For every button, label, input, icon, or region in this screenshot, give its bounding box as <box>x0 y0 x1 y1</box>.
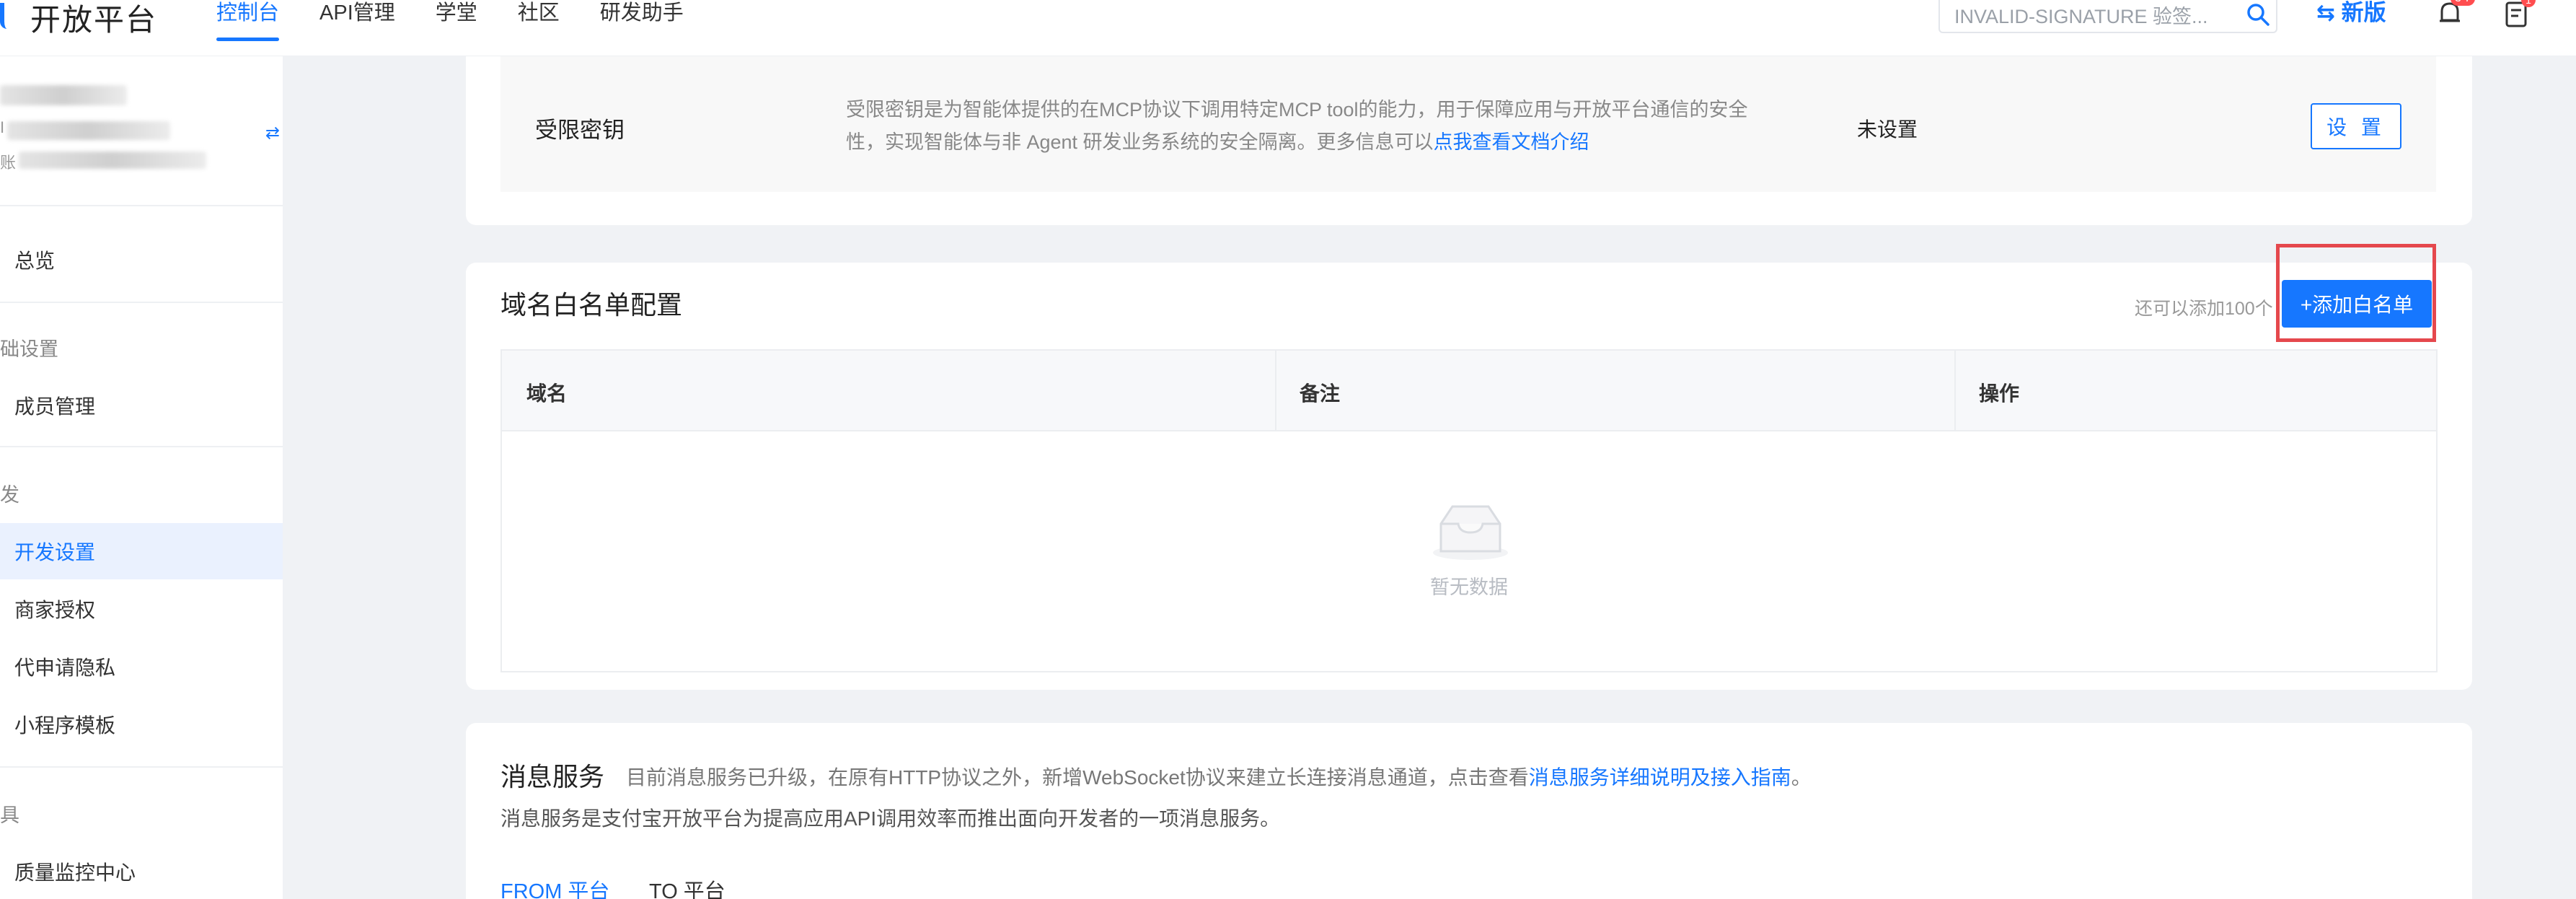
divider <box>0 766 283 768</box>
logo-text[interactable]: 开放平台 <box>30 0 157 40</box>
table-header: 域名 备注 操作 <box>502 351 2436 431</box>
column-divider <box>1954 351 1956 431</box>
sidebar-item-mini-template[interactable]: 小程序模板 <box>14 710 115 739</box>
nav-console[interactable]: 控制台 <box>216 0 280 43</box>
column-domain: 域名 <box>526 382 568 405</box>
sidebar-group-tools: 具 <box>0 804 19 826</box>
whitelist-quota: 还可以添加100个 <box>2135 299 2273 319</box>
sidebar-item-merchant-auth[interactable]: 商家授权 <box>14 595 95 623</box>
account-id-prefix: I <box>0 118 5 136</box>
search-icon[interactable] <box>2240 2 2276 27</box>
empty-text: 暂无数据 <box>1430 576 1508 598</box>
sidebar-group-basic: 础设置 <box>0 338 58 360</box>
account-label-prefix: 账 <box>0 154 17 172</box>
column-divider <box>1275 351 1276 431</box>
sidebar-item-overview[interactable]: 总览 <box>14 245 55 274</box>
column-remark: 备注 <box>1300 382 1341 405</box>
divider <box>0 205 283 206</box>
restricted-key-desc-text: 受限密钥是为智能体提供的在MCP协议下调用特定MCP tool的能力，用于保障应… <box>846 99 1748 153</box>
nav-community[interactable]: 社区 <box>518 0 560 43</box>
logo-icon <box>0 3 10 29</box>
divider <box>0 302 283 303</box>
sidebar-item-quality[interactable]: 质量监控中心 <box>14 857 136 886</box>
set-key-button[interactable]: 设 置 <box>2311 103 2401 149</box>
search-input[interactable]: INVALID-SIGNATURE 验签... <box>1938 0 2277 33</box>
nav-dev-assistant[interactable]: 研发助手 <box>600 0 684 43</box>
message-service-title: 消息服务 <box>500 762 605 791</box>
whitelist-table: 域名 备注 操作 暂无数据 <box>500 349 2438 672</box>
restricted-key-title: 受限密钥 <box>535 118 625 143</box>
new-version-link[interactable]: ⇆ 新版 <box>2316 0 2386 26</box>
message-guide-link[interactable]: 消息服务详细说明及接入指南 <box>1529 766 1791 789</box>
sidebar: I 账 ⇄ 总览 础设置 成员管理 发 开发设置 商家授权 代申请隐私 小程序模… <box>0 56 283 899</box>
message-note-end: 。 <box>1791 766 1812 789</box>
account-type-blurred <box>19 152 206 169</box>
tab-from-platform[interactable]: FROM 平台 <box>500 874 609 899</box>
tab-to-platform[interactable]: TO 平台 <box>649 874 725 899</box>
column-actions: 操作 <box>1979 382 2020 405</box>
sidebar-item-dev-settings[interactable]: 开发设置 <box>14 537 95 566</box>
search-placeholder: INVALID-SIGNATURE 验签... <box>1954 5 2208 27</box>
highlight-box <box>2276 244 2436 342</box>
nav-academy[interactable]: 学堂 <box>436 0 477 43</box>
empty-box-icon <box>1431 502 1510 565</box>
restricted-key-desc: 受限密钥是为智能体提供的在MCP协议下调用特定MCP tool的能力，用于保障应… <box>846 94 1776 159</box>
message-service-note: 目前消息服务已升级，在原有HTTP协议之外，新增WebSocket协议来建立长连… <box>626 762 1812 791</box>
sidebar-group-dev: 发 <box>0 484 19 506</box>
account-name-blurred <box>0 85 127 105</box>
whitelist-title: 域名白名单配置 <box>500 290 683 320</box>
notification-badge: 3 7 <box>2451 0 2476 6</box>
top-bar: 开放平台 控制台 API管理 学堂 社区 研发助手 INVALID-SIGNAT… <box>0 0 2576 56</box>
main-nav: 控制台 API管理 学堂 社区 研发助手 <box>216 0 724 43</box>
nav-api-management[interactable]: API管理 <box>319 0 395 43</box>
sidebar-item-members[interactable]: 成员管理 <box>14 391 95 420</box>
message-service-desc: 消息服务是支付宝开放平台为提高应用API调用效率而推出面向开发者的一项消息服务。 <box>500 807 1281 830</box>
doc-link[interactable]: 点我查看文档介绍 <box>1434 131 1589 153</box>
switch-account-icon[interactable]: ⇄ <box>265 123 280 144</box>
message-note-text: 目前消息服务已升级，在原有HTTP协议之外，新增WebSocket协议来建立长连… <box>626 766 1529 789</box>
divider <box>0 446 283 447</box>
account-id-blurred <box>7 121 170 140</box>
sidebar-item-privacy[interactable]: 代申请隐私 <box>14 652 115 681</box>
restricted-key-status: 未设置 <box>1857 118 1918 141</box>
